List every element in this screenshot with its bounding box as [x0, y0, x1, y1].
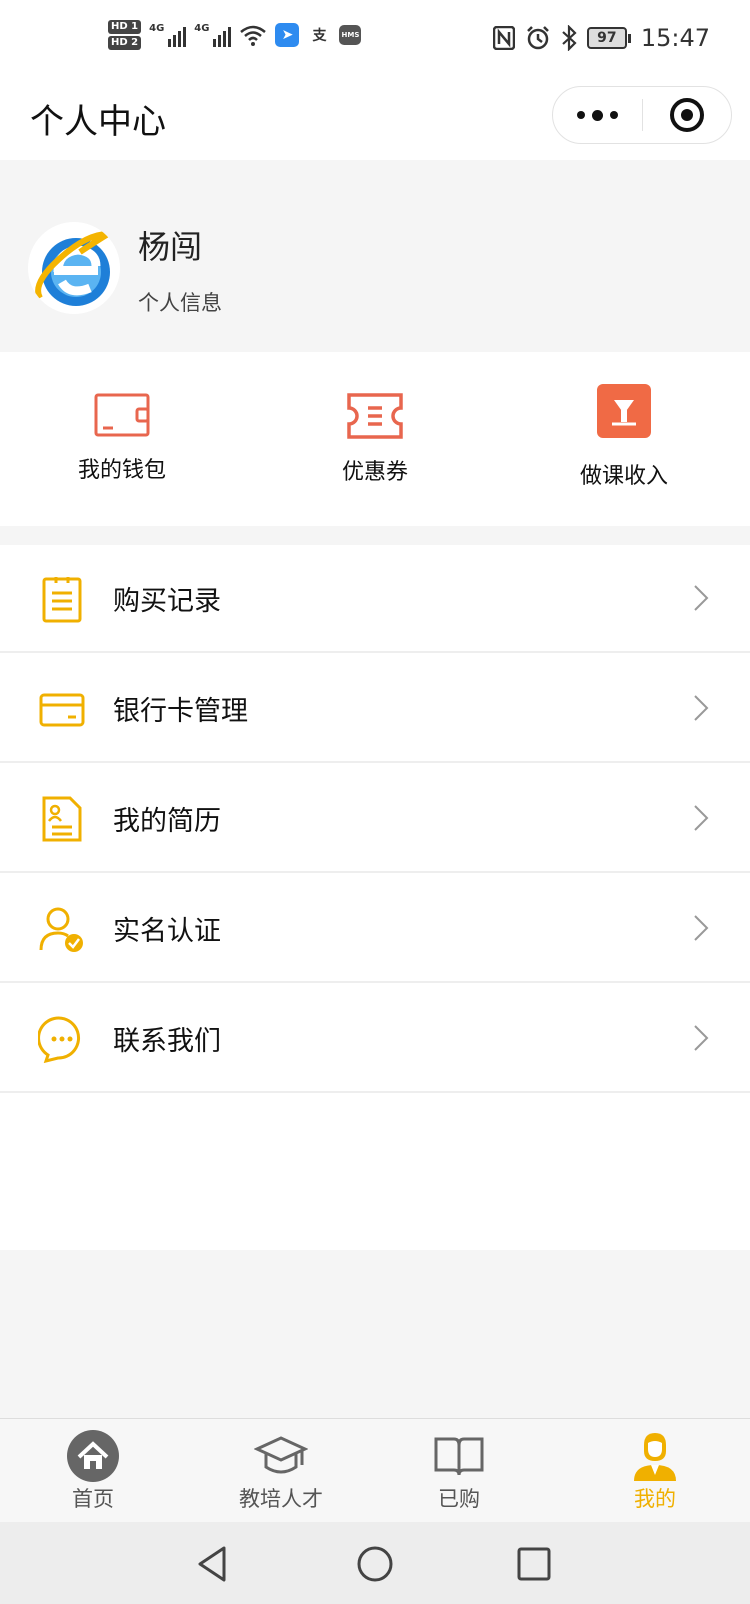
- ie-logo-avatar: [28, 222, 120, 314]
- chevron-right-icon: [694, 805, 709, 831]
- chevron-right-icon: [694, 1025, 709, 1051]
- tab-label: 已购: [438, 1487, 480, 1511]
- battery-indicator: 97: [586, 27, 631, 49]
- hms-icon: HMS: [339, 25, 362, 45]
- coupon-icon: [347, 393, 403, 439]
- menu-label: 联系我们: [113, 1026, 221, 1057]
- income-label: 做课收入: [579, 464, 668, 489]
- system-navigation-bar: [0, 1522, 750, 1604]
- income-button[interactable]: 做课收入: [534, 352, 714, 526]
- tab-label: 首页: [72, 1487, 114, 1511]
- menu-label: 实名认证: [113, 916, 221, 947]
- user-name: 杨闯: [138, 228, 203, 266]
- wallet-icon: [94, 393, 150, 437]
- dual-sim-indicator: HD 1 HD 2: [108, 20, 142, 50]
- coupon-button[interactable]: 优惠券: [285, 352, 465, 526]
- menu-label: 银行卡管理: [113, 696, 248, 727]
- personal-info-link[interactable]: 个人信息: [138, 287, 222, 317]
- menu-item-purchase-record[interactable]: 购买记录: [0, 545, 750, 653]
- coupon-label: 优惠券: [341, 460, 408, 485]
- tab-mine[interactable]: 我的: [580, 1419, 730, 1523]
- tab-purchased[interactable]: 已购: [384, 1419, 534, 1523]
- tab-label: 我的: [634, 1487, 676, 1511]
- nfc-icon: [492, 26, 515, 50]
- menu-label: 我的简历: [113, 806, 221, 837]
- status-bar: HD 1 HD 2 4G 4G ➤ 支 HMS 97 15:47: [0, 0, 750, 80]
- chevron-right-icon: [694, 695, 709, 721]
- menu-item-contact-us[interactable]: 联系我们: [0, 985, 750, 1093]
- menu-item-resume[interactable]: 我的简历: [0, 765, 750, 873]
- chat-icon: [38, 1016, 80, 1063]
- bottom-tab-bar: 首页 教培人才 已购 我的: [0, 1418, 750, 1522]
- income-icon: [597, 384, 651, 438]
- profile-section: 杨闯 个人信息: [0, 160, 750, 350]
- avatar[interactable]: [28, 222, 120, 314]
- battery-level: 97: [586, 27, 627, 49]
- signal-icon: 4G: [149, 23, 187, 47]
- menu-item-bank-card[interactable]: 银行卡管理: [0, 655, 750, 763]
- wallet-label: 我的钱包: [77, 458, 166, 483]
- signal-icon-2: 4G: [194, 23, 232, 47]
- sim2-badge: HD 2: [108, 36, 142, 50]
- wallet-button[interactable]: 我的钱包: [32, 352, 212, 526]
- recents-icon[interactable]: [514, 1544, 554, 1584]
- network-type-2: 4G: [194, 23, 210, 34]
- user-icon: [634, 1433, 676, 1481]
- sim1-badge: HD 1: [108, 20, 142, 34]
- resume-icon: [42, 796, 82, 842]
- more-dots-icon[interactable]: [553, 87, 642, 143]
- back-icon[interactable]: [194, 1544, 234, 1584]
- quick-actions: 我的钱包 优惠券 做课收入: [0, 352, 750, 526]
- purchase-record-icon: [42, 577, 82, 623]
- bluetooth-icon: [562, 25, 577, 51]
- dingtalk-icon: ➤: [275, 23, 300, 47]
- tab-label: 教培人才: [239, 1487, 323, 1511]
- alipay-icon: 支: [312, 28, 327, 44]
- tab-home[interactable]: 首页: [18, 1419, 168, 1523]
- wifi-icon: [240, 25, 267, 46]
- menu-list: 购买记录 银行卡管理 我的简历 实名认证 联系我们: [0, 545, 750, 1250]
- miniprogram-capsule: [552, 86, 732, 144]
- home-icon: [67, 1430, 119, 1482]
- alarm-icon: [526, 26, 549, 50]
- title-bar: 个人中心: [0, 80, 750, 160]
- page-title: 个人中心: [30, 102, 166, 142]
- clock-time: 15:47: [640, 24, 710, 52]
- tab-talent[interactable]: 教培人才: [206, 1419, 356, 1523]
- bank-card-icon: [39, 693, 85, 727]
- menu-label: 购买记录: [113, 586, 221, 617]
- chevron-right-icon: [694, 915, 709, 941]
- verified-user-icon: [39, 907, 83, 952]
- chevron-right-icon: [694, 585, 709, 611]
- network-type-1: 4G: [149, 23, 165, 34]
- menu-item-real-name-verification[interactable]: 实名认证: [0, 875, 750, 983]
- graduation-cap-icon: [254, 1436, 308, 1474]
- book-icon: [434, 1437, 484, 1476]
- target-close-icon[interactable]: [643, 87, 731, 143]
- home-circle-icon[interactable]: [355, 1544, 395, 1584]
